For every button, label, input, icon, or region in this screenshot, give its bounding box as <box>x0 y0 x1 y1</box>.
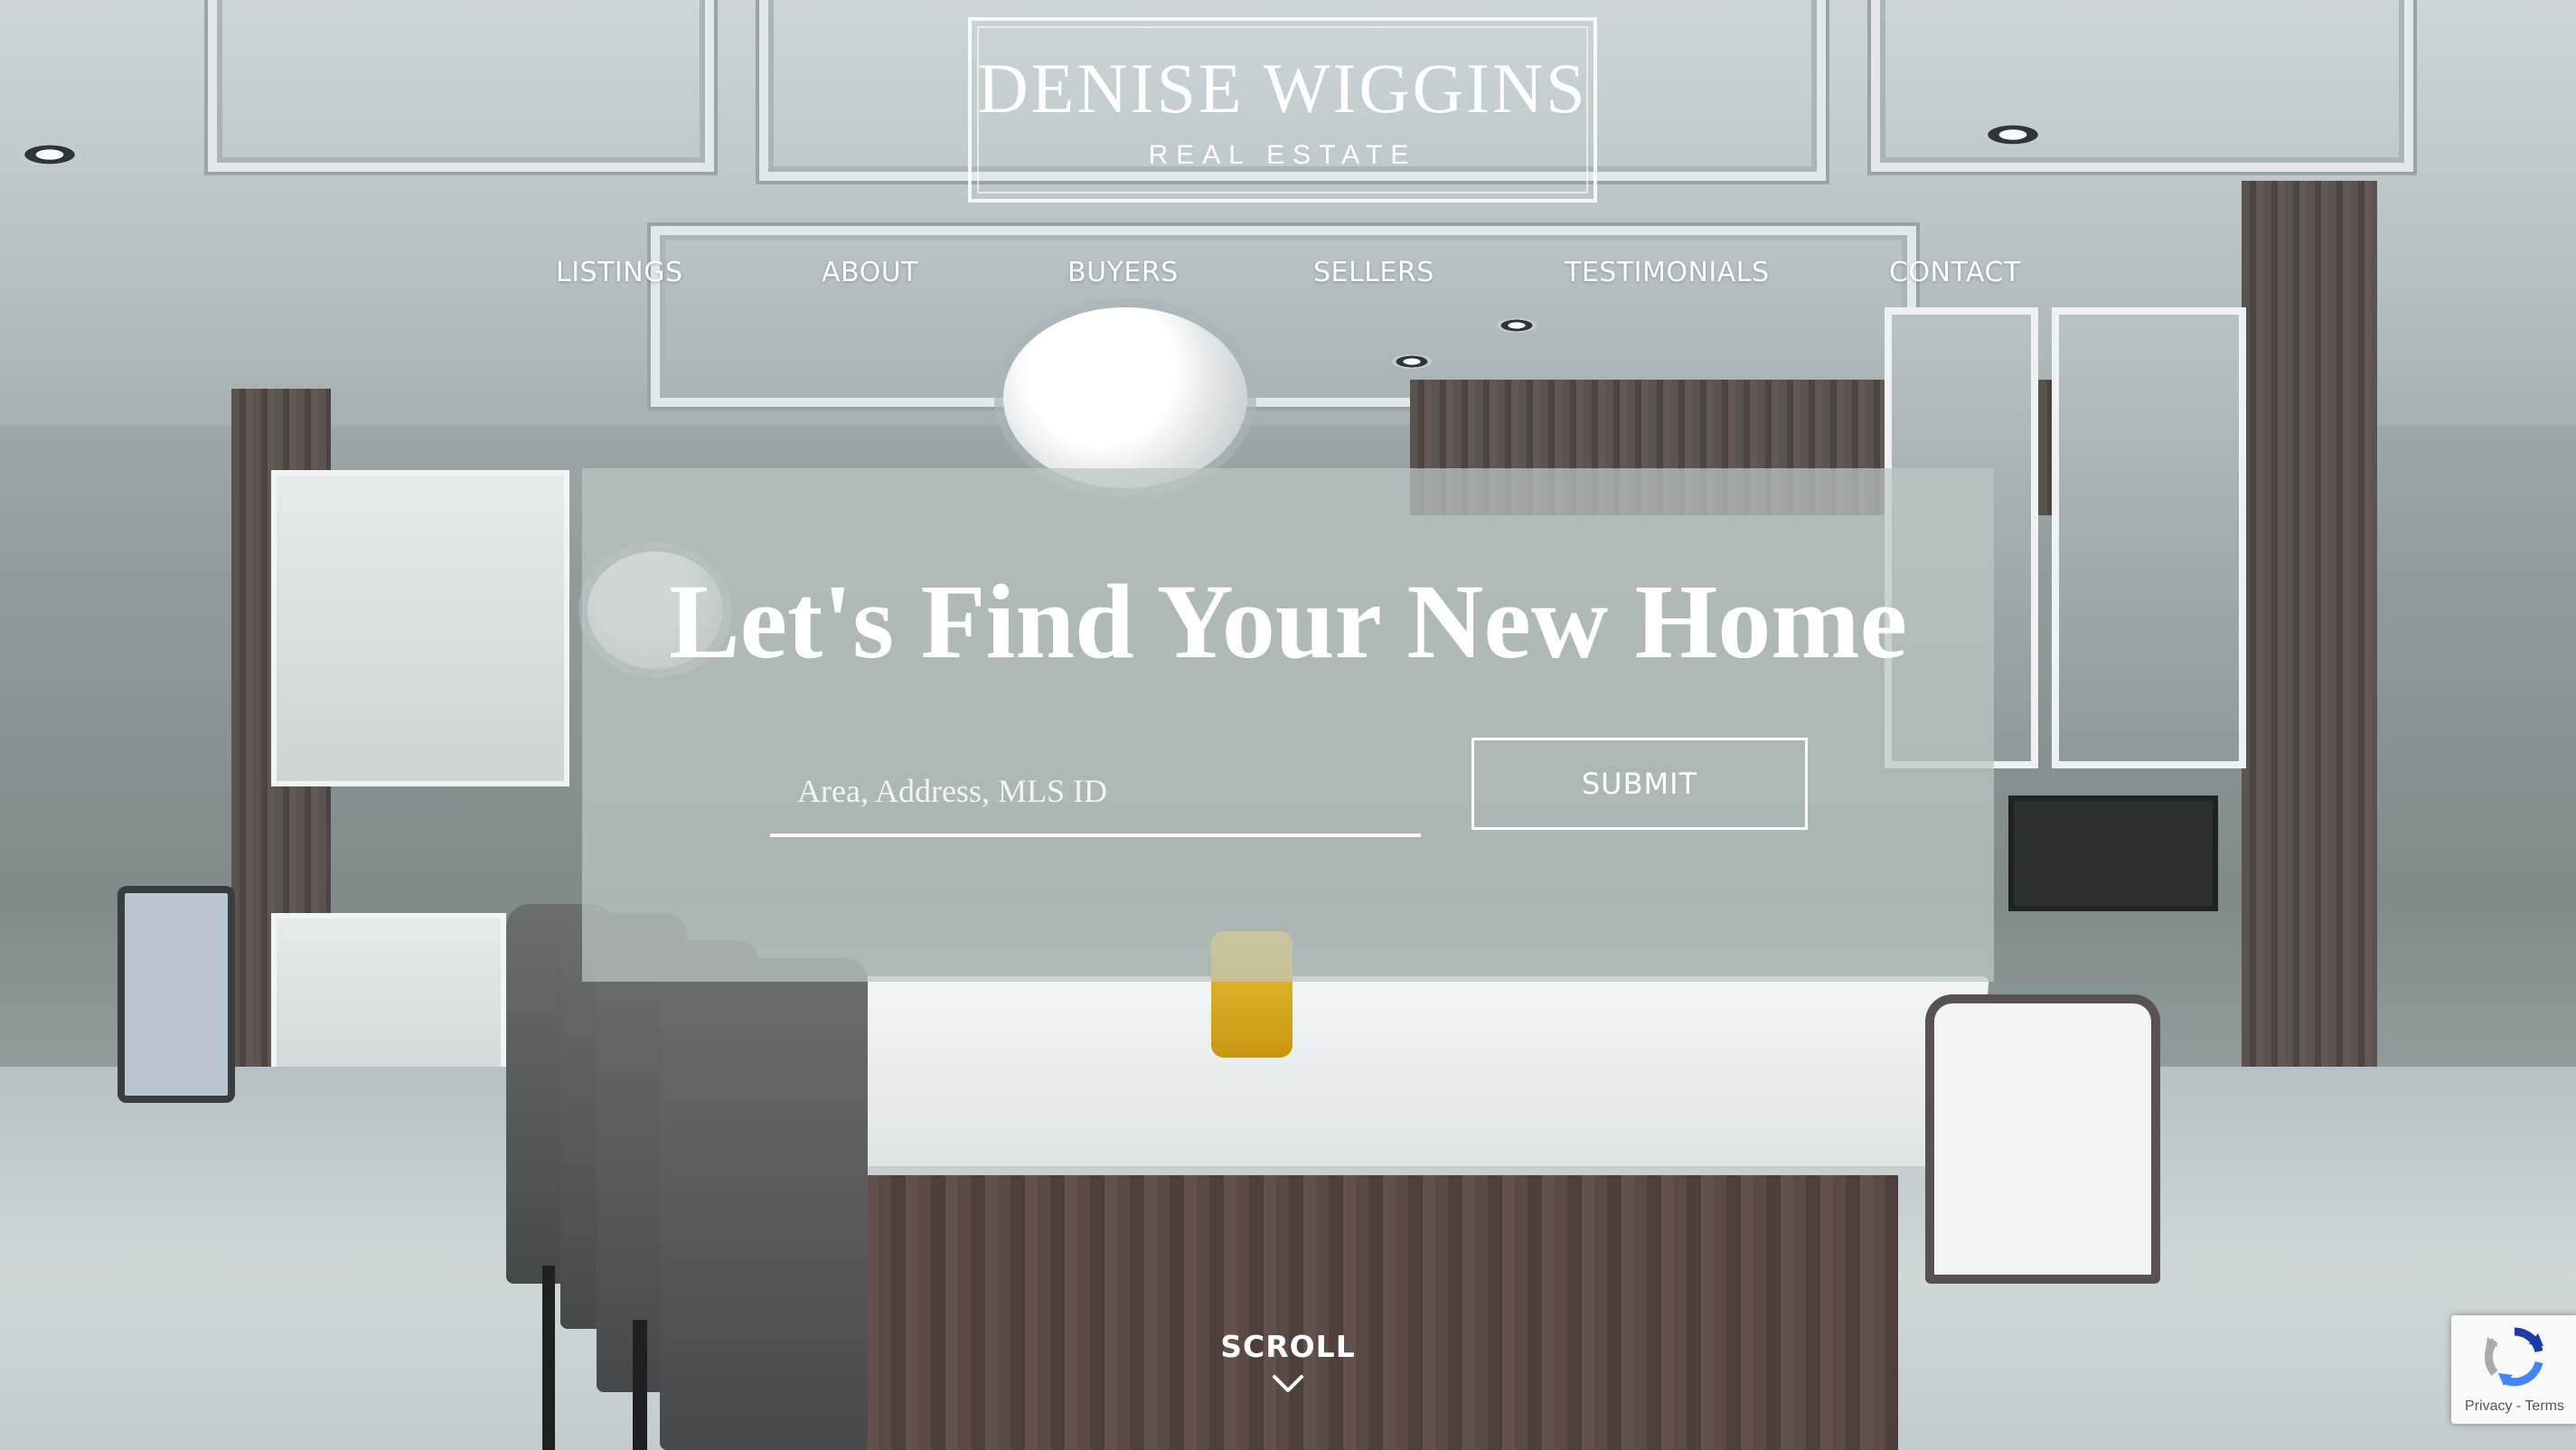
scroll-indicator[interactable]: SCROLL <box>1198 1327 1378 1394</box>
ceiling-light <box>1497 318 1537 333</box>
glass-cabinet <box>2052 307 2246 768</box>
search-input[interactable] <box>770 749 1421 833</box>
ceiling-coffer <box>208 0 714 172</box>
main-nav: LISTINGS ABOUT BUYERS SELLERS TESTIMONIA… <box>0 251 2576 295</box>
recaptcha-badge[interactable]: Privacy - Terms <box>2451 1315 2576 1424</box>
nav-item-contact[interactable]: CONTACT <box>1889 251 2021 295</box>
submit-button[interactable]: SUBMIT <box>1471 738 1808 830</box>
search-field <box>770 749 1421 837</box>
nav-item-buyers[interactable]: BUYERS <box>1067 251 1179 295</box>
stool-leg <box>633 1320 647 1450</box>
brand-name: DENISE WIGGINS <box>977 49 1588 127</box>
hero-search-panel: Let's Find Your New Home SUBMIT <box>582 468 1994 982</box>
stool-leg <box>542 1266 555 1450</box>
white-cabinet <box>271 470 569 786</box>
side-chair <box>118 886 235 1103</box>
side-chair <box>1925 994 2160 1284</box>
recaptcha-icon <box>2485 1327 2543 1387</box>
nav-item-about[interactable]: ABOUT <box>822 251 918 295</box>
ceiling-light <box>18 143 81 166</box>
hero-title: Let's Find Your New Home <box>668 562 1908 681</box>
scroll-label: SCROLL <box>1220 1329 1356 1364</box>
page: DENISE WIGGINS REAL ESTATE LISTINGS ABOU… <box>0 0 2576 1450</box>
bar-stool <box>660 958 868 1450</box>
countertop <box>730 976 1990 1166</box>
logo[interactable]: DENISE WIGGINS REAL ESTATE <box>968 17 1597 202</box>
nav-item-testimonials[interactable]: TESTIMONIALS <box>1565 251 1770 295</box>
ceiling-light <box>1392 354 1432 369</box>
wood-column <box>2242 181 2377 1139</box>
pendant-light <box>1003 307 1247 488</box>
chevron-down-icon <box>1273 1375 1303 1392</box>
nav-item-listings[interactable]: LISTINGS <box>556 251 683 295</box>
nav-item-sellers[interactable]: SELLERS <box>1313 251 1434 295</box>
wall-tv <box>2008 796 2218 911</box>
brand-tagline: REAL ESTATE <box>1148 140 1417 170</box>
recaptcha-links[interactable]: Privacy - Terms <box>2451 1398 2576 1415</box>
ceiling-light <box>1981 123 2045 146</box>
ceiling-coffer <box>1871 0 2413 172</box>
